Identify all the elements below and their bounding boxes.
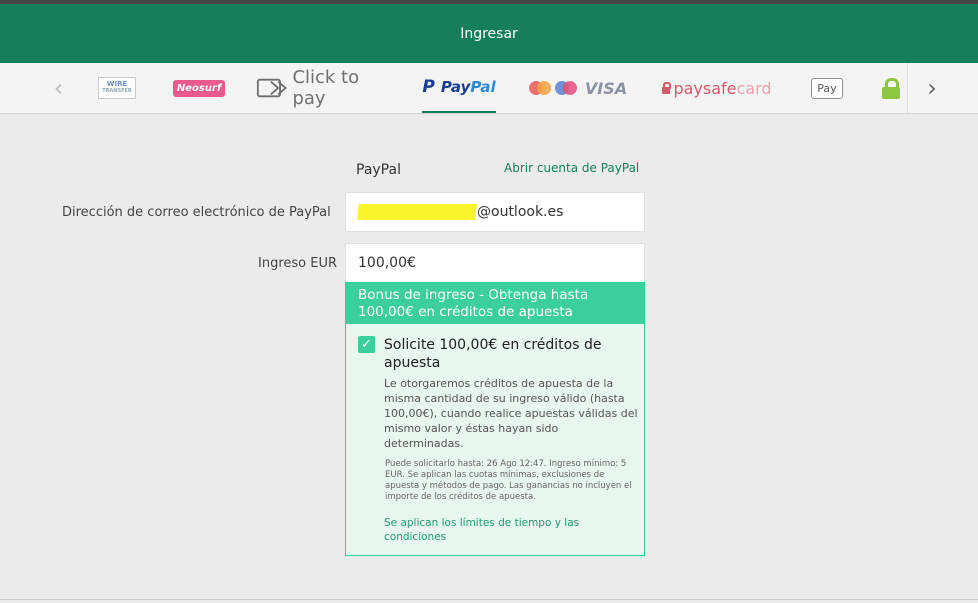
method-neosurf[interactable]: Neosurf <box>172 63 226 113</box>
open-paypal-account-link[interactable]: Abrir cuenta de PayPal <box>504 161 639 175</box>
mastercard-icon <box>528 81 551 95</box>
bonus-checkbox-label[interactable]: Solicite 100,00€ en créditos de apuesta <box>384 336 634 372</box>
page-title: Ingresar <box>460 25 518 42</box>
email-field[interactable]: @outlook.es <box>345 192 645 232</box>
payment-methods-carousel: ‹ WIRE TRANSFER Neosurf Click to pay P P… <box>0 63 978 114</box>
lock-icon <box>662 82 672 94</box>
method-wire-transfer[interactable]: WIRE TRANSFER <box>96 63 138 113</box>
chevron-right-icon: › <box>927 74 937 102</box>
method-apple-pay[interactable]: Pay <box>806 63 848 113</box>
neosurf-logo: Neosurf <box>172 79 226 97</box>
bonus-header: Bonus de ingreso - Obtenga hasta 100,00€… <box>346 283 644 324</box>
visa-logo: VISA <box>584 78 628 98</box>
carousel-next-button[interactable]: › <box>907 63 956 113</box>
amount-field[interactable]: 100,00€ <box>345 243 645 283</box>
method-partial-next[interactable] <box>882 63 906 113</box>
terms-conditions-link[interactable]: Se aplican los límites de tiempo y las c… <box>384 516 638 544</box>
amount-label: Ingreso EUR <box>258 256 338 271</box>
email-value: @outlook.es <box>477 204 564 220</box>
apple-pay-logo: Pay <box>811 77 843 99</box>
bonus-terms: Puede solicitarlo hasta: 26 Ago 12:47. I… <box>385 459 632 502</box>
green-lock-icon <box>882 78 900 99</box>
bonus-checkbox[interactable]: ✓ <box>358 336 375 353</box>
method-title: PayPal <box>356 162 401 178</box>
redacted-text <box>357 204 477 220</box>
maestro-icon <box>554 81 577 95</box>
paypal-logo: P PayPal <box>422 77 496 97</box>
bottom-divider <box>0 599 978 600</box>
paypal-p-icon: P <box>422 77 435 97</box>
method-cards[interactable]: VISA <box>528 63 628 113</box>
email-label: Dirección de correo electrónico de PayPa… <box>62 205 331 220</box>
bonus-panel: Bonus de ingreso - Obtenga hasta 100,00€… <box>345 282 645 556</box>
method-click-to-pay[interactable]: Click to pay <box>256 63 390 113</box>
click-to-pay-icon <box>256 78 287 98</box>
checkmark-icon: ✓ <box>361 337 372 352</box>
wire-transfer-logo: WIRE TRANSFER <box>98 77 136 99</box>
method-paysafecard[interactable]: paysafecard <box>660 63 774 113</box>
method-paypal[interactable]: P PayPal <box>422 63 496 113</box>
click-to-pay-label: Click to pay <box>292 67 360 109</box>
amount-value: 100,00€ <box>358 255 416 271</box>
paysafecard-logo: paysafecard <box>662 79 772 98</box>
chevron-left-icon: ‹ <box>53 74 64 102</box>
page-header: Ingresar <box>0 4 978 63</box>
carousel-prev-button[interactable]: ‹ <box>36 63 81 113</box>
bonus-description: Le otorgaremos créditos de apuesta de la… <box>384 377 638 450</box>
